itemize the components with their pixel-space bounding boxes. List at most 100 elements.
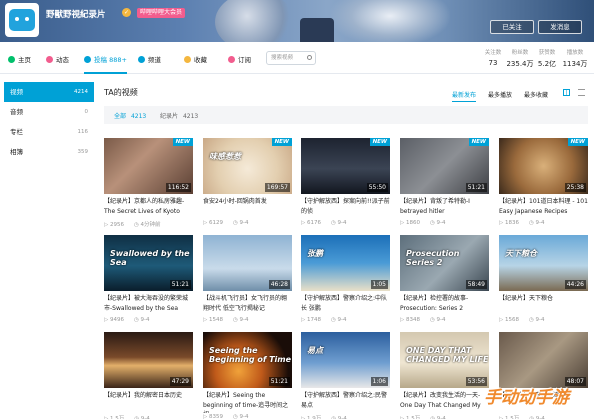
video-thumbnail[interactable]: 味感惹惹 NEW 169:57 — [203, 138, 292, 194]
upload-date: 9-4 — [529, 317, 545, 323]
tab-label: 动态 — [56, 56, 69, 64]
new-badge: NEW — [172, 138, 193, 146]
stat-value: 235.4万 — [506, 60, 534, 68]
channel-nav: 主页 动态 投稿 888+ 频道 收藏 订阅 搜索视频 关注数 73 粉丝数 2… — [0, 42, 594, 74]
video-duration: 44:26 — [564, 280, 586, 289]
video-duration: 1:05 — [370, 280, 388, 289]
tab-label: 订阅 — [238, 56, 251, 64]
stat-value: 1134万 — [562, 60, 588, 68]
filter-documentary[interactable]: 纪录片 4213 — [160, 111, 198, 120]
video-thumbnail[interactable]: NEW 51:21 — [400, 138, 489, 194]
banner-art-robot — [330, 0, 450, 42]
tab-activity[interactable]: 动态 — [46, 53, 69, 65]
upload-date: 9-4 — [529, 220, 545, 226]
video-icon — [84, 55, 91, 63]
avatar[interactable] — [5, 3, 39, 37]
upload-date: 9-4 — [233, 220, 249, 226]
upload-date: 9-4 — [134, 317, 150, 323]
heart-icon — [228, 55, 235, 63]
channel-icon — [138, 55, 145, 63]
video-thumbnail[interactable]: Prosecution Series 2 58:49 — [400, 235, 489, 291]
video-title[interactable]: 【守护解放西】警察介绍之:中队长 张鹏 — [301, 294, 390, 316]
video-meta: 1.5万9-4 — [104, 414, 193, 419]
thumbnail-caption: 张鹏 — [307, 249, 323, 258]
upload-date: 9-4 — [331, 317, 347, 323]
video-meta: 1748 9-4 — [301, 317, 390, 323]
video-thumbnail[interactable]: NEW 116:52 — [104, 138, 193, 194]
list-view-icon[interactable] — [578, 89, 585, 96]
sidebar-item-articles[interactable]: 专栏 116 — [4, 122, 94, 142]
new-badge: NEW — [369, 138, 390, 146]
stat-value: 5.2亿 — [537, 60, 557, 68]
channel-name: 野獸野視紀录片 — [46, 10, 106, 20]
play-count: 8348 — [400, 317, 420, 323]
sidebar-item-audio[interactable]: 音频 0 — [4, 102, 94, 122]
play-count: 1548 — [203, 317, 223, 323]
message-button[interactable]: 发消息 — [538, 20, 582, 34]
tab-channel[interactable]: 频道 — [138, 53, 161, 65]
video-title[interactable]: 【纪录片】检控署的故事-Prosecution: Series 2 — [400, 294, 489, 316]
stat-value: 73 — [488, 59, 498, 67]
sort-most-favorited[interactable]: 最多收藏 — [524, 90, 548, 99]
video-thumbnail[interactable]: NEW 55:50 — [301, 138, 390, 194]
video-duration: 1:06 — [370, 377, 388, 386]
video-thumbnail[interactable]: Swallowed by the Sea 51:21 — [104, 235, 193, 291]
search-icon[interactable] — [307, 55, 312, 60]
video-thumbnail[interactable]: Seeing the Beginning of Time 51:21 — [203, 332, 292, 388]
filter-all[interactable]: 全部 4213 — [114, 111, 146, 120]
banner-art-figure — [300, 18, 334, 42]
stat-label: 获赞数 — [538, 50, 556, 56]
tab-label: 主页 — [18, 56, 31, 64]
video-title[interactable]: 【战斗机飞行员】女飞行员的翱翔时代 低空飞行揭秘记 — [203, 294, 292, 316]
video-thumbnail[interactable]: 天下粮仓 44:26 — [499, 235, 588, 291]
page: 野獸野視紀录片 ✓ 哔哩哔哩大会员 已关注 发消息 主页 动态 投稿 888+ … — [0, 0, 594, 419]
watermark: 手动动手游 — [484, 388, 569, 408]
tab-label: 频道 — [148, 56, 161, 64]
follow-button[interactable]: 已关注 — [490, 20, 534, 34]
video-title[interactable]: 【纪录片】我的解密日本历史 — [104, 391, 193, 413]
tv-logo-icon — [9, 9, 35, 31]
video-thumbnail[interactable]: 张鹏 1:05 — [301, 235, 390, 291]
sort-latest[interactable]: 最新发布 — [452, 90, 477, 102]
video-duration: 116:52 — [165, 183, 191, 192]
video-thumbnail[interactable]: ONE DAY THAT CHANGED MY LIFE 53:56 — [400, 332, 489, 388]
video-title[interactable]: 【纪录片】京都人的私房雅趣-The Secret Lives of Kyoto — [104, 197, 193, 219]
upload-date: 9-4 — [430, 220, 446, 226]
video-meta: 2956 4分钟前 — [104, 220, 193, 228]
tab-videos[interactable]: 投稿 888+ — [84, 53, 127, 74]
video-title[interactable]: 食安24小时-回锅肉首发 — [203, 197, 292, 219]
video-thumbnail[interactable]: NEW 25:38 — [499, 138, 588, 194]
video-title[interactable]: 【纪录片】背叛了希特勒-I betrayed hitler — [400, 197, 489, 219]
sidebar-item-albums[interactable]: 相簿 359 — [4, 142, 94, 162]
video-title[interactable]: 【纪录片】天下粮仓 — [499, 294, 588, 316]
tab-subscriptions[interactable]: 订阅 — [228, 53, 251, 65]
play-count: 6129 — [203, 220, 223, 226]
video-thumbnail[interactable]: 47:29 — [104, 332, 193, 388]
video-title[interactable]: 【纪录片】改变我生活的一天-One Day That Changed My — [400, 391, 489, 413]
video-title[interactable]: 【守护解放西】探案向前!!派子前的侦 — [301, 197, 390, 219]
verified-icon: ✓ — [122, 8, 131, 17]
video-thumbnail[interactable]: 易点 1:06 — [301, 332, 390, 388]
video-title[interactable]: 【纪录片】101道日本料理 - 101 Easy Japanese Recipe… — [499, 197, 588, 219]
video-title[interactable]: 【守护解放西】警察介绍之:民警 易点 — [301, 391, 390, 413]
video-title[interactable]: 【纪录片】被大海吞没的繁荣城市-Swallowed by the Sea — [104, 294, 193, 316]
video-thumbnail[interactable]: 48:07 — [499, 332, 588, 388]
grid-view-icon[interactable] — [563, 89, 570, 96]
sidebar-item-count: 0 — [84, 109, 89, 115]
filter-label: 纪录片 — [160, 113, 179, 120]
sidebar-item-count: 359 — [77, 149, 89, 155]
stat-label: 播放数 — [566, 50, 584, 56]
sidebar-item-video[interactable]: 视频 4214 — [4, 82, 94, 102]
tab-home[interactable]: 主页 — [8, 53, 31, 65]
tab-favorites[interactable]: 收藏 — [184, 53, 207, 65]
stat-followers: 粉丝数 235.4万 — [505, 48, 535, 69]
video-duration: 169:57 — [264, 183, 290, 192]
video-title[interactable]: 【纪录片】Seeing the beginning of time-追寻时间之初 — [203, 391, 292, 413]
search-input[interactable]: 搜索视频 — [266, 51, 316, 65]
thumbnail-caption: Swallowed by the Sea — [110, 249, 190, 267]
sidebar-item-count: 4214 — [74, 89, 88, 95]
new-badge: NEW — [271, 138, 292, 146]
sort-most-played[interactable]: 最多播放 — [488, 90, 512, 99]
video-thumbnail[interactable]: 46:28 — [203, 235, 292, 291]
sidebar-item-count: 116 — [77, 129, 89, 135]
